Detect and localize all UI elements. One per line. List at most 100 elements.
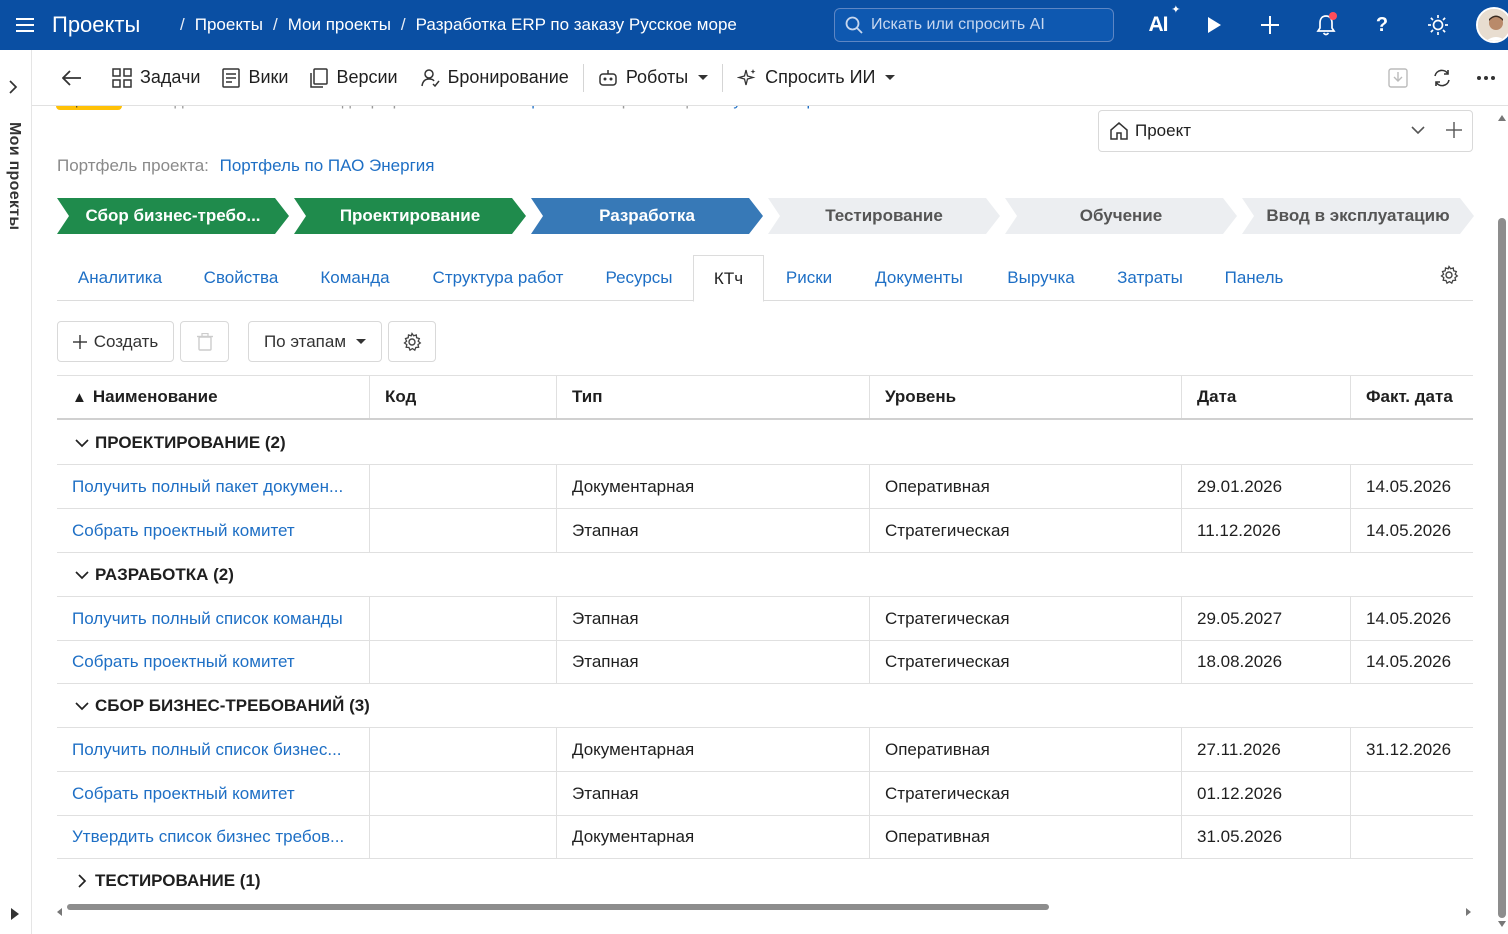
table-row[interactable]: Собрать проектный комитет Этапная Страте… <box>57 772 1473 816</box>
app-title[interactable]: Проекты <box>52 12 170 38</box>
stage-testing[interactable]: Тестирование <box>768 198 1000 234</box>
play-icon[interactable] <box>1186 0 1242 50</box>
toolbar-versions[interactable]: Версии <box>310 67 398 88</box>
column-header-date[interactable]: Дата <box>1182 376 1351 418</box>
create-button[interactable]: Создать <box>57 321 174 362</box>
user-avatar-button[interactable] <box>1466 0 1508 50</box>
breadcrumb-projects[interactable]: Проекты <box>195 15 263 35</box>
chevron-down-icon[interactable] <box>75 568 89 582</box>
scroll-up-arrow-icon[interactable] <box>1498 108 1506 126</box>
scroll-right-arrow-icon[interactable] <box>1465 903 1471 921</box>
help-icon[interactable]: ? <box>1354 0 1410 50</box>
tab-analytics[interactable]: Аналитика <box>61 255 179 301</box>
project-view-value: Проект <box>1135 121 1191 140</box>
chevron-down-icon <box>698 75 709 80</box>
column-header-type[interactable]: Тип <box>557 376 870 418</box>
milestone-name-link[interactable]: Получить полный пакет докумен... <box>57 465 370 508</box>
ai-button[interactable]: AI ✦ <box>1130 0 1186 50</box>
chevron-down-icon[interactable] <box>1410 122 1426 143</box>
rail-play-icon[interactable] <box>10 908 20 923</box>
tab-milestones[interactable]: КТч <box>693 255 764 302</box>
chevron-down-icon <box>885 75 896 80</box>
theme-sun-icon[interactable] <box>1410 0 1466 50</box>
menu-icon[interactable] <box>0 0 50 50</box>
milestone-name-link[interactable]: Утвердить список бизнес требов... <box>57 816 370 858</box>
project-view-selector[interactable]: Проект <box>1098 110 1473 152</box>
stage-training[interactable]: Обучение <box>1005 198 1237 234</box>
tab-resources[interactable]: Ресурсы <box>589 255 689 301</box>
tab-costs[interactable]: Затраты <box>1101 255 1199 301</box>
column-header-code[interactable]: Код <box>370 376 557 418</box>
stage-business-requirements[interactable]: Сбор бизнес-требо... <box>57 198 289 234</box>
portfolio-link[interactable]: Портфель по ПАО Энергия <box>220 156 435 175</box>
more-icon[interactable] <box>1464 50 1508 106</box>
chevron-right-icon[interactable] <box>75 874 89 888</box>
toolbar-booking[interactable]: Бронирование <box>420 67 569 88</box>
booking-icon <box>420 68 440 88</box>
tab-team[interactable]: Команда <box>303 255 407 301</box>
rail-label[interactable]: Мои проекты <box>5 122 23 230</box>
table-row[interactable]: Получить полный список бизнес... Докумен… <box>57 728 1473 772</box>
column-header-name[interactable]: ▲ Наименование <box>57 376 370 418</box>
refresh-icon[interactable] <box>1420 50 1464 106</box>
milestone-name-link[interactable]: Собрать проектный комитет <box>57 772 370 815</box>
breadcrumb-my-projects[interactable]: Мои проекты <box>288 15 391 35</box>
toolbar-wiki[interactable]: Вики <box>222 67 288 88</box>
chevron-down-icon[interactable] <box>75 699 89 713</box>
breadcrumb-current-project[interactable]: Разработка ERP по заказу Русское море <box>416 15 737 35</box>
tabs-settings-gear-icon[interactable] <box>1439 265 1459 290</box>
tab-dashboard[interactable]: Панель <box>1207 255 1301 301</box>
tab-documents[interactable]: Документы <box>857 255 981 301</box>
back-arrow-icon[interactable] <box>32 69 112 86</box>
horizontal-scroll-thumb[interactable] <box>67 904 1049 910</box>
milestone-fact-date: 14.05.2026 <box>1366 652 1452 671</box>
tab-work-structure[interactable]: Структура работ <box>415 255 581 301</box>
project-toolbar: Задачи Вики Версии Бронирование Роботы С… <box>32 50 1508 106</box>
group-row-testing[interactable]: ТЕСТИРОВАНИЕ (1) <box>57 859 1473 903</box>
milestone-fact-date: 14.05.2026 <box>1366 608 1452 628</box>
sort-ascending-icon: ▲ <box>72 388 87 406</box>
stage-design[interactable]: Проектирование <box>294 198 526 234</box>
scroll-left-arrow-icon[interactable] <box>57 903 63 921</box>
delete-button[interactable] <box>180 321 229 362</box>
tab-properties[interactable]: Свойства <box>187 255 295 301</box>
plus-icon[interactable] <box>1242 0 1298 50</box>
table-settings-button[interactable] <box>388 321 436 362</box>
bell-icon[interactable] <box>1298 0 1354 50</box>
tab-revenue[interactable]: Выручка <box>989 255 1093 301</box>
table-row[interactable]: Получить полный список команды Этапная С… <box>57 597 1473 641</box>
expand-rail-chevron-icon[interactable] <box>8 80 18 99</box>
search-input[interactable]: Искать или спросить AI <box>834 8 1114 42</box>
versions-icon <box>310 67 329 88</box>
stage-deployment[interactable]: Ввод в эксплуатацию <box>1242 198 1474 234</box>
toolbar-ask-ai-dropdown[interactable]: Спросить ИИ <box>737 67 896 88</box>
milestone-type: Этапная <box>557 772 870 815</box>
column-header-fact-date[interactable]: Факт. дата <box>1351 376 1473 418</box>
vertical-scrollbar[interactable] <box>1496 106 1508 934</box>
group-row-development[interactable]: РАЗРАБОТКА (2) <box>57 553 1473 597</box>
group-row-design[interactable]: ПРОЕКТИРОВАНИЕ (2) <box>57 421 1473 465</box>
scroll-down-arrow-icon[interactable] <box>1498 914 1506 932</box>
horizontal-scrollbar[interactable] <box>57 902 1473 916</box>
add-icon[interactable] <box>1446 118 1462 144</box>
milestone-name-link[interactable]: Получить полный список бизнес... <box>57 728 370 771</box>
column-header-level[interactable]: Уровень <box>870 376 1182 418</box>
sparkle-icon: ✦ <box>1171 4 1180 16</box>
group-by-dropdown[interactable]: По этапам <box>248 321 382 362</box>
milestone-level: Стратегическая <box>870 597 1182 640</box>
chevron-down-icon[interactable] <box>75 436 89 450</box>
table-row[interactable]: Собрать проектный комитет Этапная Страте… <box>57 641 1473 684</box>
tab-risks[interactable]: Риски <box>769 255 849 301</box>
stage-development[interactable]: Разработка <box>531 198 763 234</box>
table-row[interactable]: Получить полный пакет докумен... Докумен… <box>57 465 1473 509</box>
toolbar-tasks[interactable]: Задачи <box>112 67 200 88</box>
table-row[interactable]: Собрать проектный комитет Этапная Страте… <box>57 509 1473 553</box>
download-icon[interactable] <box>1376 50 1420 106</box>
table-row[interactable]: Утвердить список бизнес требов... Докуме… <box>57 816 1473 859</box>
group-row-business-requirements[interactable]: СБОР БИЗНЕС-ТРЕБОВАНИЙ (3) <box>57 684 1473 728</box>
milestone-name-link[interactable]: Собрать проектный комитет <box>57 641 370 683</box>
milestone-name-link[interactable]: Собрать проектный комитет <box>57 509 370 552</box>
milestone-name-link[interactable]: Получить полный список команды <box>57 597 370 640</box>
vertical-scroll-thumb[interactable] <box>1498 218 1506 918</box>
toolbar-robots-dropdown[interactable]: Роботы <box>598 67 709 88</box>
